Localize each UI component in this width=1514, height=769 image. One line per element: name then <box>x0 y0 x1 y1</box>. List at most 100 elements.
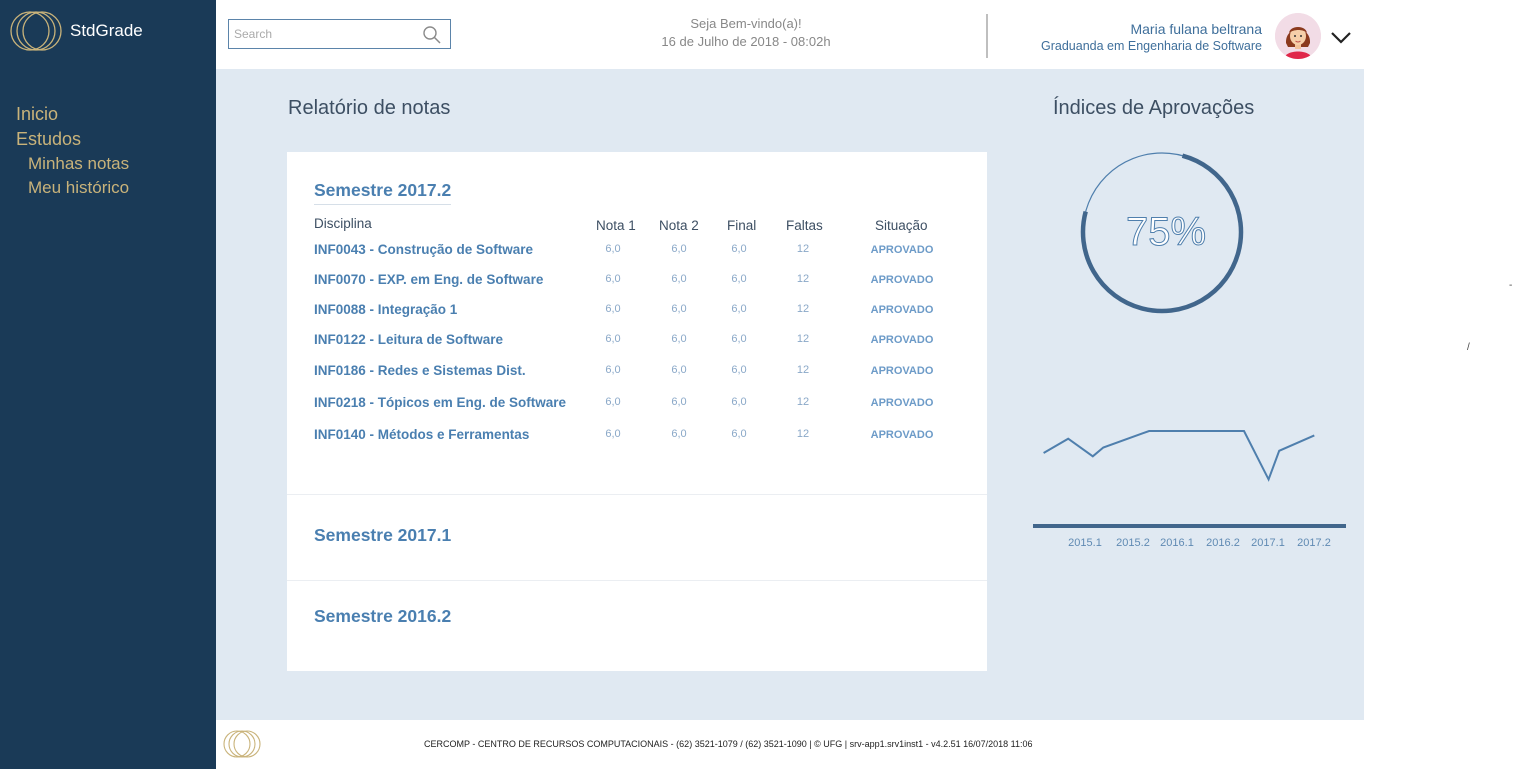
table-row: INF0140 - Métodos e Ferramentas 6,0 6,0 … <box>287 427 987 447</box>
rings-logo-icon <box>10 11 62 51</box>
table-row: INF0070 - EXP. em Eng. de Software 6,0 6… <box>287 272 987 292</box>
nota2-value: 6,0 <box>671 364 687 376</box>
final-value: 6,0 <box>731 243 747 255</box>
final-value: 6,0 <box>731 333 747 345</box>
footer-text: CERCOMP - CENTRO DE RECURSOS COMPUTACION… <box>424 739 1033 749</box>
final-value: 6,0 <box>731 364 747 376</box>
stray-mark: - <box>1509 280 1513 291</box>
table-row: INF0122 - Leitura de Software 6,0 6,0 6,… <box>287 332 987 352</box>
user-avatar-icon <box>1275 13 1321 59</box>
footer-rings-logo-icon <box>223 730 261 758</box>
x-tick-label: 2015.1 <box>1068 537 1102 549</box>
status-badge: APROVADO <box>870 397 934 409</box>
approval-ring-chart: 75% <box>1080 152 1244 314</box>
final-value: 6,0 <box>731 396 747 408</box>
avatar[interactable] <box>1275 13 1321 59</box>
nota1-value: 6,0 <box>605 333 621 345</box>
user-role: Graduanda em Engenharia de Software <box>1041 39 1262 53</box>
x-tick-label: 2015.2 <box>1116 537 1150 549</box>
discipline-link[interactable]: INF0088 - Integração 1 <box>314 302 457 317</box>
final-value: 6,0 <box>731 303 747 315</box>
faltas-value: 12 <box>796 243 810 255</box>
final-value: 6,0 <box>731 273 747 285</box>
status-badge: APROVADO <box>870 365 934 377</box>
nota1-value: 6,0 <box>605 396 621 408</box>
faltas-value: 12 <box>796 333 810 345</box>
discipline-link[interactable]: INF0070 - EXP. em Eng. de Software <box>314 272 543 287</box>
welcome-text: Seja Bem-vindo(a)! <box>690 16 802 31</box>
x-tick-label: 2016.2 <box>1206 537 1240 549</box>
main-content: Relatório de notas Semestre 2017.2 Disci… <box>216 69 1364 720</box>
x-tick-label: 2016.1 <box>1160 537 1194 549</box>
discipline-link[interactable]: INF0186 - Redes e Sistemas Dist. <box>314 363 526 378</box>
table-row: INF0218 - Tópicos em Eng. de Software 6,… <box>287 395 987 415</box>
nota1-value: 6,0 <box>605 243 621 255</box>
faltas-value: 12 <box>796 396 810 408</box>
status-badge: APROVADO <box>870 244 934 256</box>
semester-2016-2-header[interactable]: Semestre 2016.2 <box>314 606 451 627</box>
table-row: INF0186 - Redes e Sistemas Dist. 6,0 6,0… <box>287 363 987 383</box>
nota2-value: 6,0 <box>671 428 687 440</box>
column-header-nota2: Nota 2 <box>659 218 699 233</box>
semester-divider <box>287 494 987 495</box>
column-header-final: Final <box>727 218 757 233</box>
header-divider <box>986 14 988 58</box>
semester-2017-1-header[interactable]: Semestre 2017.1 <box>314 525 451 546</box>
final-value: 6,0 <box>731 428 747 440</box>
approval-series-line <box>1043 430 1315 482</box>
faltas-value: 12 <box>796 428 810 440</box>
search-icon[interactable] <box>422 25 442 45</box>
search-box <box>228 19 451 49</box>
discipline-link[interactable]: INF0140 - Métodos e Ferramentas <box>314 427 529 442</box>
user-name: Maria fulana beltrana <box>1130 21 1262 37</box>
search-input[interactable] <box>229 21 419 47</box>
nota2-value: 6,0 <box>671 273 687 285</box>
nota2-value: 6,0 <box>671 243 687 255</box>
table-row: INF0088 - Integração 1 6,0 6,0 6,0 12 AP… <box>287 302 987 322</box>
user-info: Maria fulana beltrana Graduanda em Engen… <box>1041 20 1262 54</box>
welcome-block: Seja Bem-vindo(a)! 16 de Julho de 2018 -… <box>646 15 846 51</box>
sidebar-nav: Inicio Estudos Minhas notas Meu históric… <box>16 102 129 200</box>
discipline-link[interactable]: INF0122 - Leitura de Software <box>314 332 503 347</box>
nota1-value: 6,0 <box>605 303 621 315</box>
faltas-value: 12 <box>796 364 810 376</box>
column-header-disciplina: Disciplina <box>314 216 372 231</box>
discipline-link[interactable]: INF0218 - Tópicos em Eng. de Software <box>314 395 566 410</box>
sidebar-item-meu-historico[interactable]: Meu histórico <box>28 176 129 200</box>
stray-mark: / <box>1467 342 1470 353</box>
approval-line-chart: 2015.1 2015.2 2016.1 2016.2 2017.1 2017.2 <box>1033 430 1346 549</box>
column-header-faltas: Faltas <box>786 218 823 233</box>
nota1-value: 6,0 <box>605 364 621 376</box>
x-tick-label: 2017.2 <box>1297 537 1331 549</box>
discipline-link[interactable]: INF0043 - Construção de Software <box>314 242 533 257</box>
nota2-value: 6,0 <box>671 333 687 345</box>
app-logo[interactable]: StdGrade <box>8 10 143 52</box>
status-badge: APROVADO <box>870 274 934 286</box>
grades-card: Semestre 2017.2 Disciplina Nota 1 Nota 2… <box>287 152 987 671</box>
status-badge: APROVADO <box>870 334 934 346</box>
nota2-value: 6,0 <box>671 303 687 315</box>
sidebar-item-minhas-notas[interactable]: Minhas notas <box>28 152 129 176</box>
approval-index-title: Índices de Aprovações <box>1053 97 1255 119</box>
sidebar-item-inicio[interactable]: Inicio <box>16 102 129 127</box>
current-datetime: 16 de Julho de 2018 - 08:02h <box>661 34 831 49</box>
table-row: INF0043 - Construção de Software 6,0 6,0… <box>287 242 987 262</box>
status-badge: APROVADO <box>870 304 934 316</box>
column-header-situacao: Situação <box>875 218 928 233</box>
faltas-value: 12 <box>796 303 810 315</box>
status-badge: APROVADO <box>870 429 934 441</box>
page: StdGrade Inicio Estudos Minhas notas Meu… <box>0 0 1514 769</box>
faltas-value: 12 <box>796 273 810 285</box>
chevron-down-icon[interactable] <box>1330 30 1352 44</box>
column-header-nota1: Nota 1 <box>596 218 636 233</box>
footer: CERCOMP - CENTRO DE RECURSOS COMPUTACION… <box>216 720 1364 769</box>
nota2-value: 6,0 <box>671 396 687 408</box>
semester-divider <box>287 580 987 581</box>
sidebar-item-estudos[interactable]: Estudos <box>16 127 129 152</box>
app-name: StdGrade <box>70 21 143 40</box>
x-tick-labels: 2015.1 2015.2 2016.1 2016.2 2017.1 2017.2 <box>1068 537 1331 549</box>
sidebar: StdGrade Inicio Estudos Minhas notas Meu… <box>0 0 216 769</box>
page-title: Relatório de notas <box>288 97 451 119</box>
semester-2017-2-header[interactable]: Semestre 2017.2 <box>314 180 452 205</box>
x-tick-label: 2017.1 <box>1251 537 1285 549</box>
